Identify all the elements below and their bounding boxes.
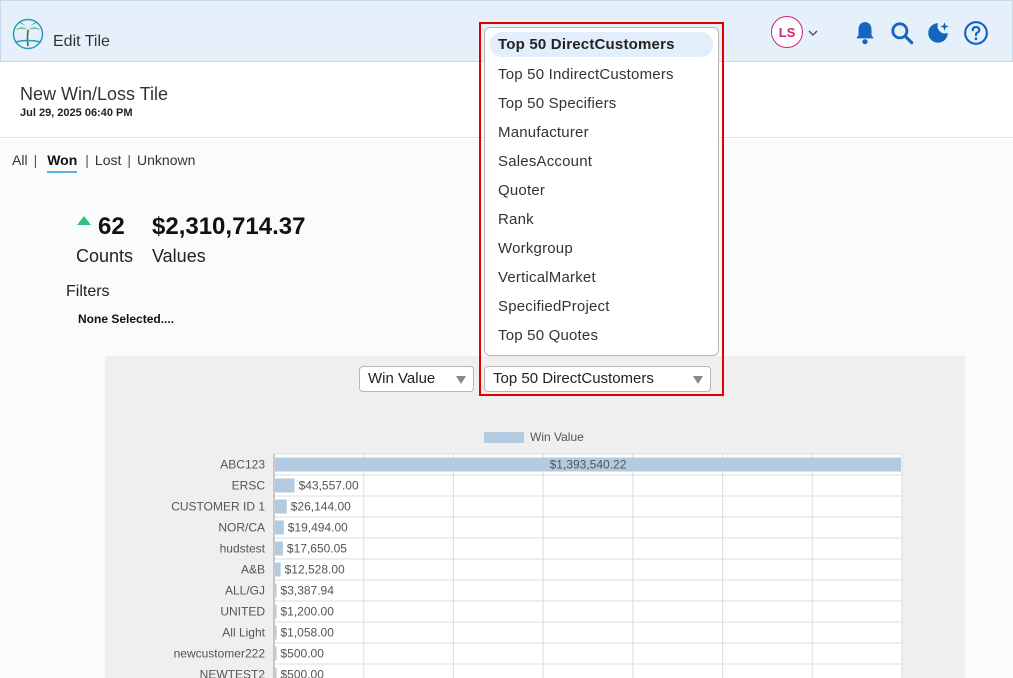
bar <box>275 520 284 535</box>
bar <box>275 562 281 577</box>
data-label: $1,393,540.22 <box>550 458 627 472</box>
user-avatar[interactable]: LS <box>771 16 803 48</box>
dropdown-option[interactable]: SalesAccount <box>485 147 718 176</box>
category-label: ABC123 <box>220 458 265 472</box>
category-label: A&B <box>241 563 265 577</box>
metric-select-value: Win Value <box>368 370 436 387</box>
category-label: ALL/GJ <box>225 584 265 598</box>
help-icon[interactable] <box>963 20 989 46</box>
category-label: NOR/CA <box>218 521 265 535</box>
dropdown-option[interactable]: Rank <box>485 205 718 234</box>
tile-date: Jul 29, 2025 06:40 PM <box>20 107 133 119</box>
category-label: NEWTEST2 <box>200 668 266 678</box>
filters-value: None Selected.... <box>78 312 175 326</box>
data-label: $12,528.00 <box>285 563 345 577</box>
caret-down-icon <box>456 376 466 384</box>
group-select-dropdown: Top 50 DirectCustomers Top 50 IndirectCus… <box>484 27 719 356</box>
data-label: $500.00 <box>281 668 325 678</box>
plot-area <box>274 454 902 678</box>
bar <box>275 625 277 640</box>
tab-separator: | <box>33 152 38 168</box>
data-label: $500.00 <box>281 647 325 661</box>
value-label: Values <box>152 246 206 266</box>
category-label: UNITED <box>220 605 265 619</box>
category-label: CUSTOMER ID 1 <box>171 500 265 514</box>
dropdown-option[interactable]: Top 50 DirectCustomers <box>490 32 713 57</box>
data-label: $19,494.00 <box>288 521 348 535</box>
chevron-down-icon[interactable] <box>807 27 819 39</box>
group-select[interactable]: Top 50 DirectCustomers <box>484 366 711 392</box>
ai-assistant-icon[interactable] <box>925 20 951 46</box>
dropdown-option[interactable]: Top 50 Specifiers <box>485 89 718 118</box>
bar <box>275 499 287 514</box>
count-value: 62 <box>98 213 125 240</box>
bar <box>275 604 277 619</box>
count-label: Counts <box>76 246 134 266</box>
dropdown-option[interactable]: Top 50 Quotes <box>485 321 718 350</box>
data-label: $43,557.00 <box>299 479 359 493</box>
data-label: $17,650.05 <box>287 542 347 556</box>
app-title: Edit Tile <box>53 33 110 50</box>
legend-swatch <box>484 431 524 443</box>
category-label: All Light <box>222 626 265 640</box>
data-label: $1,058.00 <box>281 626 335 640</box>
palm-tree-logo-icon[interactable] <box>12 18 44 50</box>
trend-up-icon <box>77 216 91 225</box>
data-label: $26,144.00 <box>291 500 351 514</box>
bell-icon[interactable] <box>852 20 878 46</box>
tab-all[interactable]: All <box>12 152 28 173</box>
tab-separator: | <box>85 152 89 168</box>
data-label: $3,387.94 <box>281 584 335 598</box>
legend-label: Win Value <box>530 430 584 444</box>
tab-lost[interactable]: Lost <box>95 152 121 173</box>
dropdown-option[interactable]: Quoter <box>485 176 718 205</box>
tile-title: New Win/Loss Tile <box>20 84 169 104</box>
group-select-value: Top 50 DirectCustomers <box>493 370 654 387</box>
dropdown-option[interactable]: VerticalMarket <box>485 263 718 292</box>
dropdown-option[interactable]: Top 50 IndirectCustomers <box>485 60 718 89</box>
chart-panel: Win Value Top 50 DirectCustomers Win Val… <box>105 356 965 678</box>
total-value: $2,310,714.37 <box>152 213 306 240</box>
data-label: $1,200.00 <box>281 605 335 619</box>
category-label: hudstest <box>220 542 266 556</box>
chart-legend: Win Value <box>484 430 584 444</box>
bar <box>275 583 277 598</box>
dropdown-option[interactable]: Manufacturer <box>485 118 718 147</box>
filters-label: Filters <box>66 283 110 300</box>
caret-down-icon <box>693 376 703 384</box>
tab-won[interactable]: Won <box>47 152 78 173</box>
bar <box>275 646 277 661</box>
result-filter-tabs: All | Won | Lost | Unknown <box>12 152 195 173</box>
bar <box>275 667 277 678</box>
category-label: ERSC <box>232 479 266 493</box>
win-value-bar-chart: ABC123 $1,393,540.22 ERSC $43,557.00 CUSTOME… <box>171 453 903 678</box>
category-label: newcustomer222 <box>174 647 266 661</box>
bar <box>275 541 283 556</box>
metric-select[interactable]: Win Value <box>359 366 474 392</box>
tab-unknown[interactable]: Unknown <box>137 152 195 173</box>
bar <box>275 478 295 493</box>
dropdown-option[interactable]: Workgroup <box>485 234 718 263</box>
dropdown-option[interactable]: SpecifiedProject <box>485 292 718 321</box>
search-icon[interactable] <box>889 20 915 46</box>
tab-separator: | <box>127 152 132 168</box>
